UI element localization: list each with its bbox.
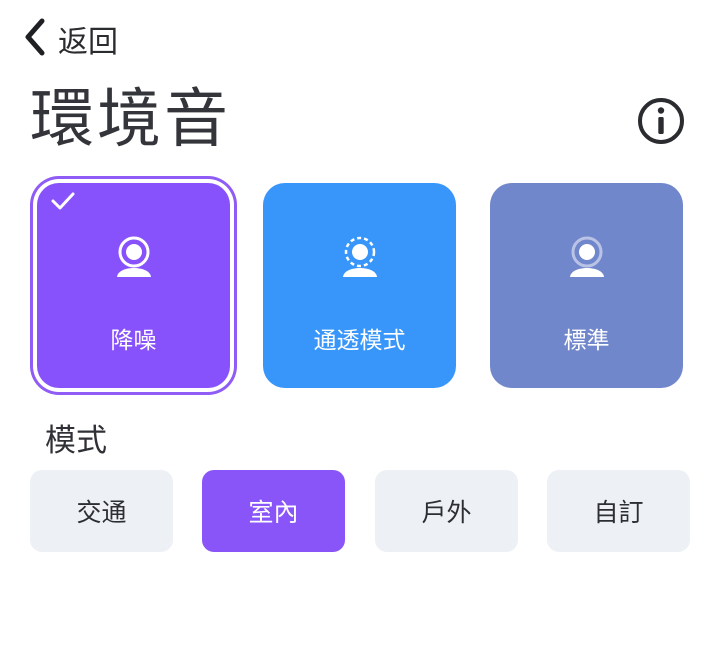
back-label: 返回 (58, 25, 118, 60)
person-faint-ring-icon (565, 235, 609, 279)
mode-card-label: 降噪 (110, 328, 157, 354)
person-dashed-ring-icon (338, 235, 382, 279)
info-button[interactable] (636, 96, 686, 146)
page-title: 環境音 (30, 83, 231, 157)
option-traffic[interactable]: 交通 (30, 470, 173, 552)
back-button[interactable]: 返回 (22, 18, 118, 60)
mode-card-label: 通透模式 (313, 328, 406, 354)
checkmark-icon (50, 190, 76, 212)
mode-card-label: 標準 (563, 328, 610, 354)
chevron-left-icon (22, 17, 48, 61)
info-icon (638, 98, 684, 144)
mode-card-standard[interactable]: 標準 (490, 183, 683, 388)
mode-card-transparency[interactable]: 通透模式 (263, 183, 456, 388)
person-ring-icon (112, 235, 156, 279)
option-custom[interactable]: 自訂 (547, 470, 690, 552)
option-indoor[interactable]: 室內 (202, 470, 345, 552)
section-title: 模式 (45, 423, 107, 459)
mode-card-noise-cancel[interactable]: 降噪 (37, 183, 230, 388)
option-outdoor[interactable]: 戶外 (375, 470, 518, 552)
